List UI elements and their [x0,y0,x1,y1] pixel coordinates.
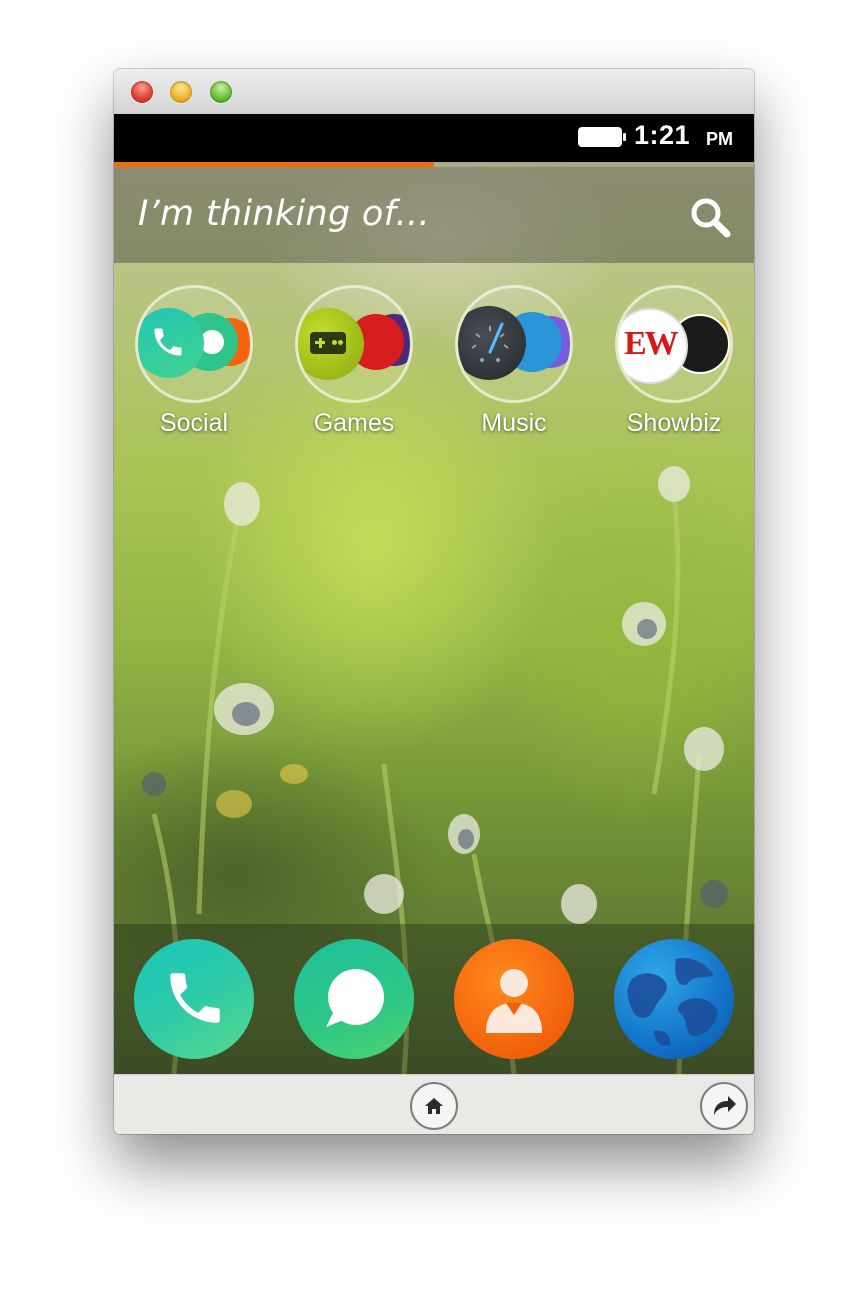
search-bar[interactable]: I’m thinking of... [114,167,754,263]
showbiz-collection-icon: EW [615,285,733,403]
home-icon [425,1098,443,1114]
phone-icon [170,973,220,1023]
navigation-bar [114,1074,754,1134]
close-window-button[interactable] [131,81,153,103]
messages-app[interactable] [294,939,414,1059]
home-button[interactable] [410,1082,458,1130]
contact-icon [486,969,542,1033]
collection-label: Music [481,409,547,437]
message-icon [326,969,384,1027]
collection-label: Showbiz [626,409,722,437]
window-titlebar [114,69,754,115]
phone-app[interactable] [134,939,254,1059]
homescreen: 1:21 PM I’m thinking of... Social Games … [114,114,754,1074]
gauge-icon [471,322,509,362]
globe-icon [627,957,718,1046]
simulator-window: 1:21 PM I’m thinking of... Social Games … [114,69,754,1134]
status-time: 1:21 [634,120,691,150]
search-icon[interactable] [686,193,734,241]
collection-music[interactable]: Music [434,285,594,455]
collection-showbiz[interactable]: EW Showbiz [594,285,754,455]
collection-games[interactable]: Games [274,285,434,455]
battery-icon [578,127,626,147]
ew-logo: EW [624,325,679,362]
status-bar: 1:21 PM [114,114,754,162]
collection-label: Social [159,409,229,437]
rotate-icon [714,1096,736,1115]
contacts-app[interactable] [454,939,574,1059]
status-ampm: PM [706,129,733,149]
music-collection-icon [455,285,573,403]
search-input[interactable]: I’m thinking of... [138,194,430,234]
social-collection-icon [135,285,253,403]
zoom-window-button[interactable] [210,81,232,103]
collection-social[interactable]: Social [114,285,274,455]
browser-app[interactable] [614,939,734,1059]
app-dock [114,924,754,1074]
rotate-button[interactable] [700,1082,748,1130]
games-collection-icon [295,285,413,403]
minimize-window-button[interactable] [170,81,192,103]
collection-label: Games [313,409,395,437]
